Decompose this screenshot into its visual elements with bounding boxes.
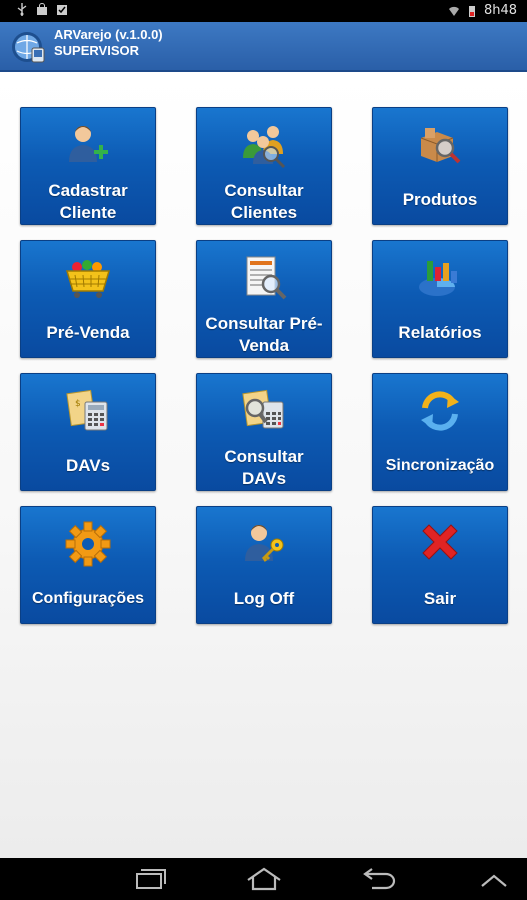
recent-apps-icon[interactable] (130, 866, 170, 892)
menu-grid: Cadastrar Cliente Consultar Clientes Pro… (20, 107, 508, 624)
navigation-bar (0, 858, 527, 900)
main-content: Cadastrar Cliente Consultar Clientes Pro… (0, 72, 527, 858)
tile-label: Pré-Venda (46, 323, 130, 342)
svg-text:$: $ (75, 399, 81, 409)
app-title: ARVarejo (v.1.0.0) (54, 27, 163, 42)
back-icon[interactable] (358, 866, 398, 892)
tile-label: Consultar Clientes (224, 181, 304, 222)
chart-icon (419, 261, 457, 296)
shopping-basket-icon (65, 260, 111, 298)
tile-label: Sair (423, 589, 457, 608)
sair-button[interactable]: Sair (372, 506, 508, 624)
app-subtitle: SUPERVISOR (54, 43, 140, 58)
tile-label: Configurações (31, 590, 144, 607)
tile-label: Log Off (233, 589, 295, 608)
tile-label: Produtos (402, 190, 478, 209)
download-icon (57, 5, 67, 15)
usb-icon (17, 3, 27, 16)
consultar-clientes-button[interactable]: Consultar Clientes (196, 107, 332, 225)
tile-label: Consultar Pré- Venda (205, 314, 323, 355)
sync-icon (421, 391, 459, 431)
chevron-up-icon[interactable] (474, 866, 514, 892)
user-key-icon (245, 525, 284, 562)
search-users-icon (243, 126, 286, 169)
tile-label: Sincronização (385, 457, 495, 474)
log-off-button[interactable]: Log Off (196, 506, 332, 624)
app-logo-icon[interactable] (10, 28, 48, 66)
tile-label: Cadastrar Cliente (48, 181, 128, 222)
cadastrar-cliente-button[interactable]: Cadastrar Cliente (20, 107, 156, 225)
calculator-search-icon (242, 389, 284, 429)
status-time: 8h48 (483, 3, 517, 18)
wifi-icon (448, 6, 459, 16)
home-icon[interactable] (244, 866, 284, 892)
sincronizacao-button[interactable]: Sincronização (372, 373, 508, 491)
bag-icon (37, 3, 47, 15)
davs-button[interactable]: $ DAVs (20, 373, 156, 491)
calculator-document-icon: $ (66, 389, 108, 431)
pre-venda-button[interactable]: Pré-Venda (20, 240, 156, 358)
gear-icon (65, 521, 111, 567)
product-search-icon (420, 128, 461, 164)
close-icon (422, 524, 458, 560)
consultar-pre-venda-button[interactable]: Consultar Pré- Venda (196, 240, 332, 358)
relatorios-button[interactable]: Relatórios (372, 240, 508, 358)
status-bar: 8h48 (0, 0, 527, 22)
add-user-icon (69, 126, 108, 162)
produtos-button[interactable]: Produtos (372, 107, 508, 225)
consultar-davs-button[interactable]: Consultar DAVs (196, 373, 332, 491)
tile-label: Consultar DAVs (224, 447, 304, 488)
action-bar: ARVarejo (v.1.0.0) SUPERVISOR (0, 22, 527, 72)
tile-label: DAVs (65, 456, 111, 475)
document-search-icon (246, 256, 287, 300)
tile-label: Relatórios (398, 323, 482, 342)
battery-icon (468, 5, 475, 17)
configuracoes-button[interactable]: Configurações (20, 506, 156, 624)
